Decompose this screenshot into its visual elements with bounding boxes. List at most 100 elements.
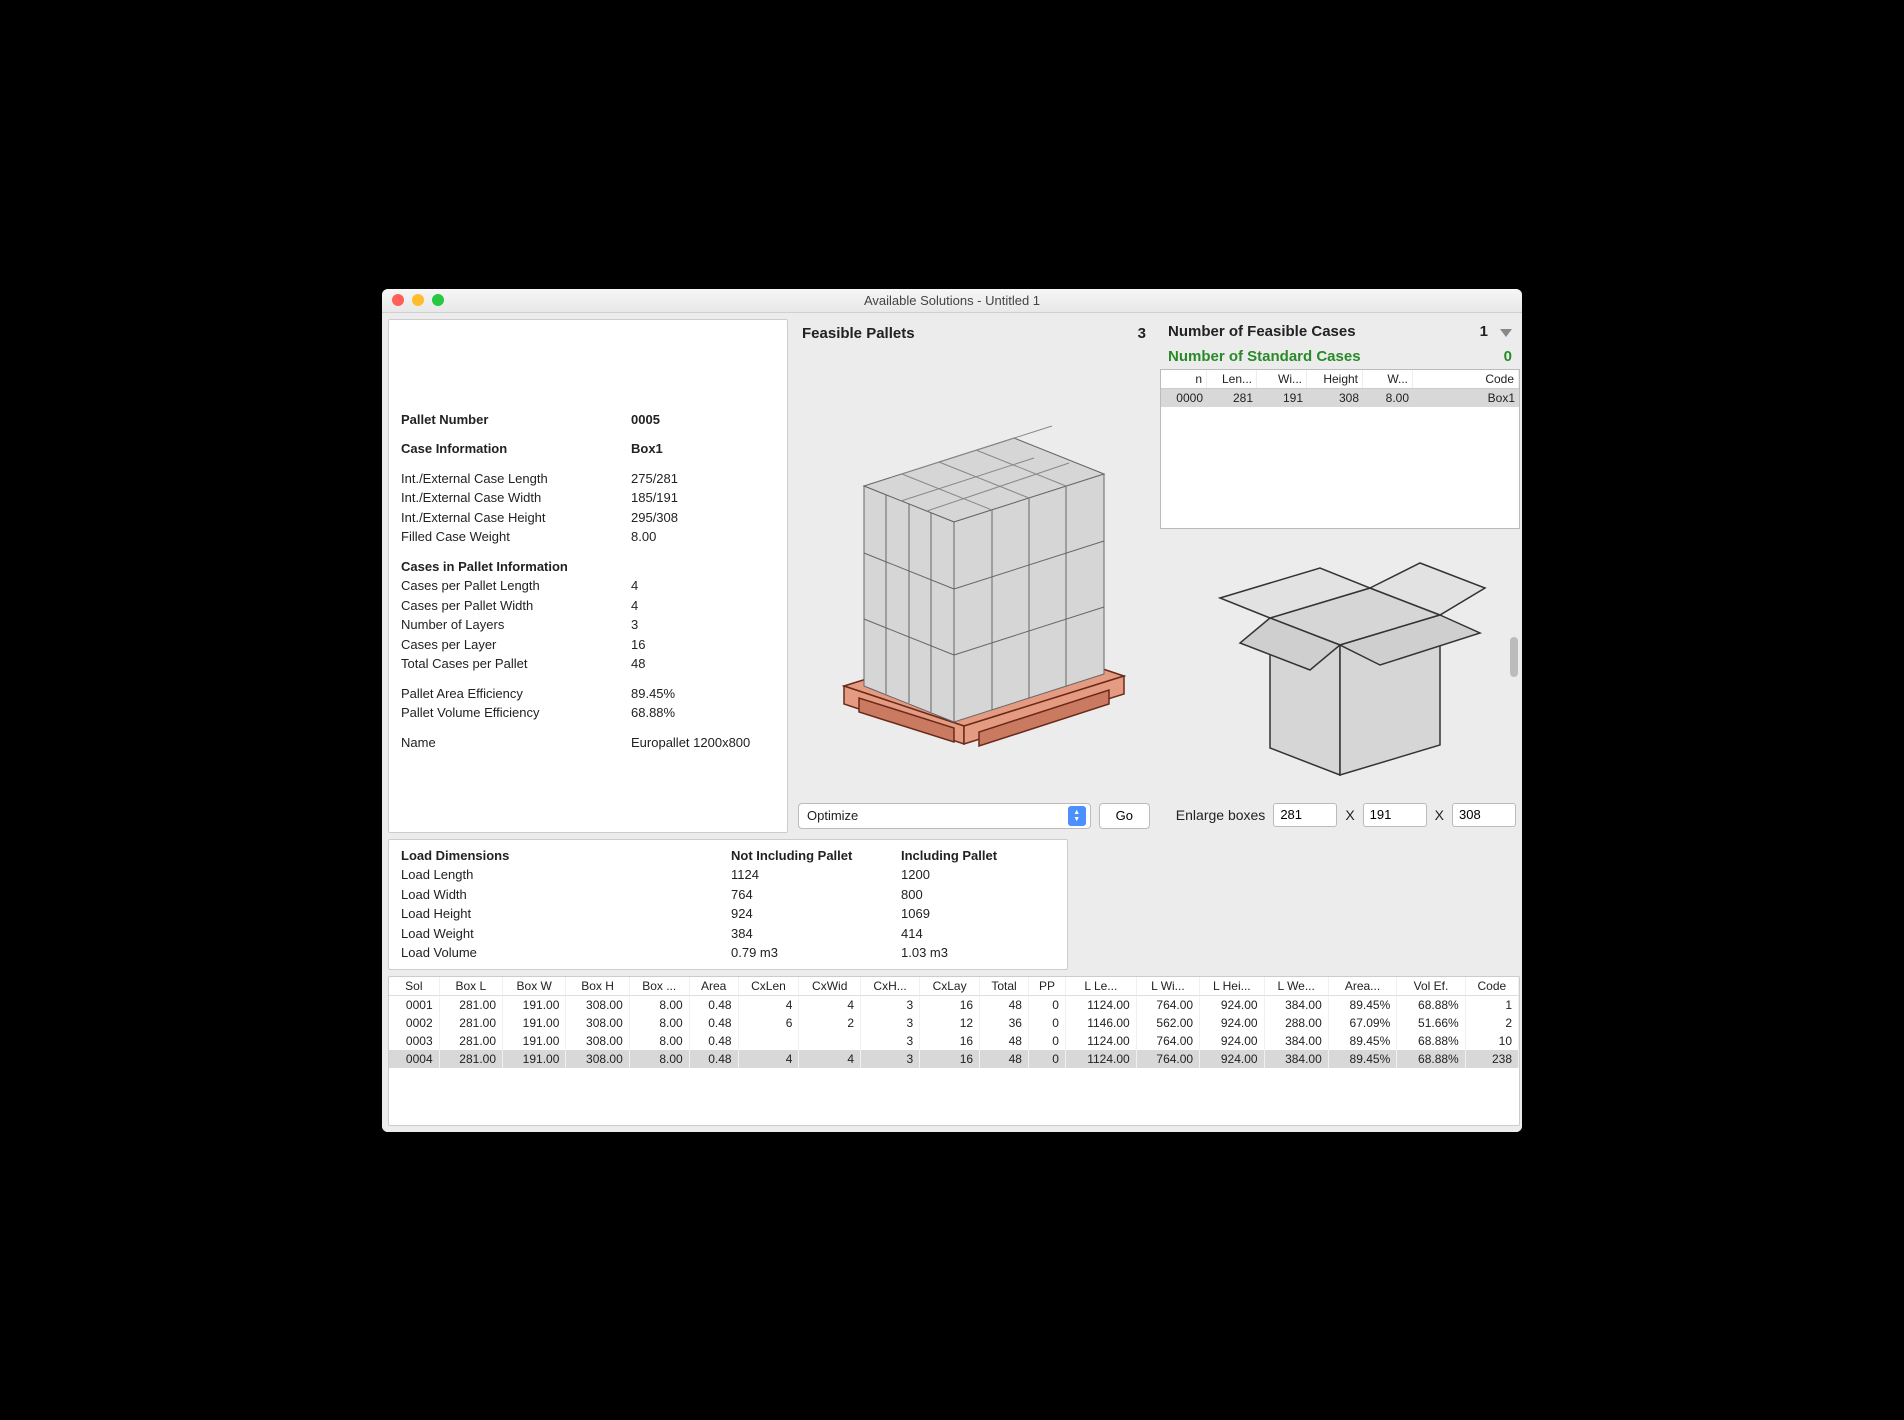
solutions-td: 3	[861, 1014, 920, 1032]
load-dim-row: Load Width 764 800	[401, 885, 1055, 905]
solutions-td: 384.00	[1265, 996, 1329, 1014]
cases-table-th[interactable]: W...	[1363, 370, 1413, 388]
solutions-th[interactable]: Vol Ef.	[1397, 977, 1465, 996]
solutions-th[interactable]: L Wi...	[1137, 977, 1200, 996]
box-icon	[1190, 533, 1490, 793]
solutions-row[interactable]: 0002281.00191.00308.008.000.486231236011…	[389, 1014, 1519, 1032]
cases-table-th[interactable]: n	[1161, 370, 1207, 388]
chevron-down-icon[interactable]	[1500, 329, 1512, 337]
spec-value: 8.00	[631, 527, 775, 547]
solutions-td	[799, 1032, 861, 1050]
chevron-updown-icon: ▲▼	[1068, 806, 1086, 826]
content-area: Pallet Number 0005 Case Information Box1…	[382, 313, 1522, 1132]
solutions-th[interactable]: CxH...	[861, 977, 920, 996]
solutions-td: 384.00	[1265, 1032, 1329, 1050]
solutions-th[interactable]: Box ...	[630, 977, 690, 996]
load-dim-label: Load Volume	[401, 943, 731, 963]
solutions-th[interactable]: Box L	[440, 977, 503, 996]
go-button[interactable]: Go	[1099, 803, 1150, 829]
solutions-th[interactable]: Area	[690, 977, 739, 996]
solutions-td: 384.00	[1265, 1050, 1329, 1068]
spec-row: Pallet Volume Efficiency68.88%	[401, 703, 775, 723]
spec-label: Pallet Area Efficiency	[401, 684, 631, 704]
solutions-th[interactable]: CxWid	[799, 977, 861, 996]
titlebar[interactable]: Available Solutions - Untitled 1	[382, 289, 1522, 313]
enlarge-x-input[interactable]	[1273, 803, 1337, 827]
solutions-td: 0.48	[690, 1032, 739, 1050]
solutions-th[interactable]: L Hei...	[1200, 977, 1264, 996]
cases-table-th[interactable]: Wi...	[1257, 370, 1307, 388]
solutions-table[interactable]: SolBox LBox WBox HBox ...AreaCxLenCxWidC…	[388, 976, 1520, 1126]
pallet-number-value: 0005	[631, 410, 775, 430]
solutions-td: 0.48	[690, 1014, 739, 1032]
load-dim-row: Load Height 924 1069	[401, 904, 1055, 924]
scrollbar-thumb[interactable]	[1510, 637, 1518, 677]
load-dim-row: Load Volume 0.79 m3 1.03 m3	[401, 943, 1055, 963]
solutions-td: 67.09%	[1329, 1014, 1397, 1032]
pallet-name-label: Name	[401, 733, 631, 753]
optimize-select[interactable]: Optimize ▲▼	[798, 803, 1091, 829]
solutions-td: 2	[799, 1014, 861, 1032]
solutions-th[interactable]: Sol	[389, 977, 440, 996]
cases-table-th[interactable]: Code	[1413, 370, 1519, 388]
solutions-td: 308.00	[566, 1050, 629, 1068]
enlarge-y-input[interactable]	[1363, 803, 1427, 827]
spec-label: Pallet Volume Efficiency	[401, 703, 631, 723]
spec-value: 3	[631, 615, 775, 635]
solutions-td: 0	[1029, 1014, 1066, 1032]
solutions-th[interactable]: Code	[1466, 977, 1519, 996]
spec-row: Number of Layers3	[401, 615, 775, 635]
solutions-row[interactable]: 0001281.00191.00308.008.000.484431648011…	[389, 996, 1519, 1014]
solutions-th[interactable]: Box H	[566, 977, 629, 996]
cases-table-td: 8.00	[1363, 389, 1413, 407]
cases-table-th[interactable]: Height	[1307, 370, 1363, 388]
pallet-number-label: Pallet Number	[401, 410, 631, 430]
enlarge-z-input[interactable]	[1452, 803, 1516, 827]
solutions-td: 0.48	[690, 996, 739, 1014]
solutions-td: 0001	[389, 996, 440, 1014]
solutions-td: 8.00	[630, 996, 690, 1014]
solutions-td: 0	[1029, 1032, 1066, 1050]
spec-label: Int./External Case Length	[401, 469, 631, 489]
cases-table-td: 281	[1207, 389, 1257, 407]
spec-value: 89.45%	[631, 684, 775, 704]
load-dim-not-including: 0.79 m3	[731, 943, 901, 963]
solutions-th[interactable]: L We...	[1265, 977, 1329, 996]
solutions-th[interactable]: PP	[1029, 977, 1066, 996]
solutions-th[interactable]: Box W	[503, 977, 566, 996]
box-3d-view[interactable]	[1160, 533, 1520, 793]
cases-in-pallet-label: Cases in Pallet Information	[401, 557, 775, 577]
solutions-td: 89.45%	[1329, 1032, 1397, 1050]
standard-cases-label: Number of Standard Cases	[1168, 348, 1361, 365]
spec-row: Cases per Pallet Length4	[401, 576, 775, 596]
solutions-td: 3	[861, 1050, 920, 1068]
solutions-th[interactable]: Area...	[1329, 977, 1397, 996]
solutions-th[interactable]: CxLen	[739, 977, 800, 996]
cases-table[interactable]: nLen...Wi...HeightW...Code 0000281191308…	[1160, 369, 1520, 529]
solutions-td: 68.88%	[1397, 996, 1465, 1014]
solutions-th[interactable]: Total	[980, 977, 1029, 996]
solutions-td: 12	[920, 1014, 980, 1032]
cases-table-td: 0000	[1161, 389, 1207, 407]
solutions-td: 1	[1466, 996, 1519, 1014]
solutions-td: 924.00	[1200, 996, 1264, 1014]
solutions-td: 8.00	[630, 1014, 690, 1032]
spec-label: Int./External Case Height	[401, 508, 631, 528]
solutions-td: 764.00	[1137, 1032, 1200, 1050]
load-dim-row: Load Weight 384 414	[401, 924, 1055, 944]
solutions-row[interactable]: 0004281.00191.00308.008.000.484431648011…	[389, 1050, 1519, 1068]
pallet-3d-view[interactable]	[794, 344, 1154, 799]
load-dims-col-b: Including Pallet	[901, 846, 1071, 866]
solutions-td: 3	[861, 996, 920, 1014]
solutions-th[interactable]: L Le...	[1066, 977, 1137, 996]
cases-table-th[interactable]: Len...	[1207, 370, 1257, 388]
cases-table-row[interactable]: 00002811913088.00Box1	[1161, 389, 1519, 407]
load-dim-not-including: 384	[731, 924, 901, 944]
solutions-th[interactable]: CxLay	[920, 977, 980, 996]
solutions-row[interactable]: 0003281.00191.00308.008.000.483164801124…	[389, 1032, 1519, 1050]
spec-label: Cases per Pallet Width	[401, 596, 631, 616]
solutions-td: 16	[920, 1032, 980, 1050]
load-dims-header: Load Dimensions Not Including Pallet Inc…	[401, 846, 1055, 866]
load-dims-col-a: Not Including Pallet	[731, 846, 901, 866]
pallet-view-panel: Feasible Pallets 3	[794, 319, 1154, 833]
